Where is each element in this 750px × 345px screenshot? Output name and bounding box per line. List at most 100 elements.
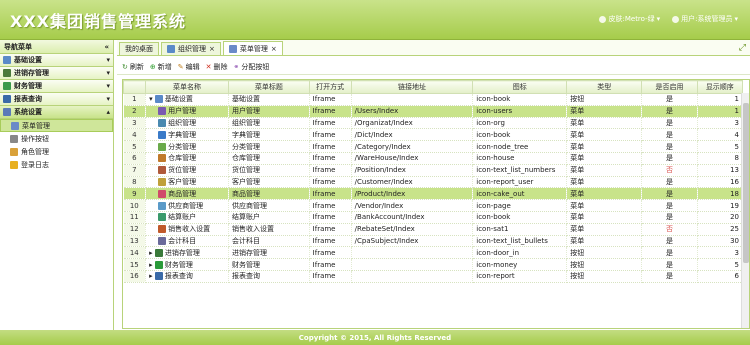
menu-tree-grid: 菜单名称 菜单标题 打开方式 链接地址 图标 类型 是否启用 显示顺序 1 ▾ 基… bbox=[122, 79, 750, 329]
table-row[interactable]: 13 会计科目 会计科目 Iframe/CpaSubject/Index icon-te… bbox=[123, 235, 744, 248]
menu-name-text: 报表查询 bbox=[164, 272, 193, 281]
column-header-name[interactable]: 菜单名称 bbox=[145, 80, 229, 94]
order-cell: 6 bbox=[697, 270, 744, 283]
table-row[interactable]: 16 ▸ 报表查询 报表查询 Iframe icon-report 按钮是 6 bbox=[123, 270, 744, 283]
menu-title-cell: 商品管理 bbox=[228, 187, 310, 201]
menu-title-cell: 字典管理 bbox=[228, 128, 310, 142]
expand-arrow-icon[interactable]: ▸ bbox=[149, 249, 155, 257]
pencil-icon: ✎ bbox=[177, 62, 184, 71]
menu-item-icon bbox=[154, 260, 163, 269]
menu-name-text: 进销存管理 bbox=[164, 248, 200, 257]
table-row[interactable]: 14 ▸ 进销存管理 进销存管理 Iframe icon-door_in 按钮是 3 bbox=[123, 246, 744, 260]
order-cell: 3 bbox=[697, 246, 744, 260]
open-mode-cell: Iframe bbox=[309, 105, 352, 118]
vertical-scrollbar[interactable] bbox=[741, 93, 749, 328]
menu-title-cell: 组织管理 bbox=[228, 117, 310, 130]
table-row[interactable]: 12 销售收入设置 销售收入设置 Iframe/RebateSet/Index icon… bbox=[123, 223, 744, 236]
plus-icon: ⊕ bbox=[149, 62, 156, 71]
tab-label: 菜单管理 bbox=[239, 44, 268, 53]
nav-item-login-log[interactable]: 登录日志 bbox=[0, 158, 113, 171]
nav-panel-title: 导航菜单 bbox=[4, 42, 32, 51]
close-icon[interactable]: × bbox=[209, 45, 215, 53]
table-row[interactable]: 15 ▸ 财务管理 财务管理 Iframe icon-money 按钮是 5 bbox=[123, 258, 744, 271]
expand-arrow-icon[interactable]: ▸ bbox=[149, 272, 155, 280]
row-number: 5 bbox=[123, 140, 147, 153]
nav-group-reports[interactable]: 报表查询 ▾ bbox=[0, 93, 113, 106]
menu-title-cell: 分类管理 bbox=[228, 140, 310, 153]
navigation-panel: 导航菜单 « 基础设置 ▾ 进销存管理 ▾ 财务管理 ▾ 报表查询 ▾ 系统设置 ▴ 菜单… bbox=[0, 40, 114, 330]
url-cell: /RebateSet/Index bbox=[351, 223, 474, 236]
table-row[interactable]: 7 货位管理 货位管理 Iframe/Position/Index icon-text_… bbox=[123, 164, 744, 177]
icon-class-cell: icon-book bbox=[472, 93, 568, 106]
sitemap-icon bbox=[11, 121, 19, 130]
column-header-icon[interactable]: 图标 bbox=[472, 80, 568, 94]
collapse-icon[interactable]: « bbox=[104, 43, 109, 51]
icon-class-cell: icon-sat1 bbox=[472, 223, 568, 236]
chevron-down-icon: ▾ bbox=[106, 95, 110, 103]
folder-icon bbox=[3, 69, 11, 77]
table-row[interactable]: 11 结算账户 结算账户 Iframe/BankAccount/Index icon-b… bbox=[123, 211, 744, 224]
refresh-button[interactable]: ↻ 刷新 bbox=[122, 62, 144, 72]
table-row[interactable]: 4 字典管理 字典管理 Iframe/Dict/Index icon-book 菜单是 4 bbox=[123, 128, 744, 142]
nav-group-finance[interactable]: 财务管理 ▾ bbox=[0, 80, 113, 93]
table-row[interactable]: 3 组织管理 组织管理 Iframe/Organizat/Index icon-org 菜… bbox=[123, 117, 744, 130]
enabled-cell: 是 bbox=[641, 176, 698, 189]
table-row[interactable]: 1 ▾ 基础设置 基础设置 Iframe icon-book 按钮是 1 bbox=[123, 93, 744, 106]
order-cell: 19 bbox=[697, 199, 744, 212]
open-mode-cell: Iframe bbox=[309, 152, 352, 165]
nav-group-system[interactable]: 系统设置 ▴ bbox=[0, 106, 113, 119]
collapse-arrow-icon[interactable]: ▾ bbox=[149, 95, 155, 103]
menu-title-cell: 财务管理 bbox=[228, 258, 310, 271]
open-mode-cell: Iframe bbox=[309, 164, 352, 177]
column-header-url[interactable]: 链接地址 bbox=[350, 80, 474, 94]
maximize-icon[interactable]: ⤢ bbox=[739, 43, 746, 53]
edit-button[interactable]: ✎ 编辑 bbox=[178, 62, 200, 72]
menu-title-cell: 结算账户 bbox=[228, 211, 310, 224]
menu-item-icon bbox=[158, 142, 167, 151]
column-header-open-mode[interactable]: 打开方式 bbox=[308, 80, 352, 94]
theme-switcher[interactable]: 皮肤:Metro-绿 ▾ bbox=[599, 14, 660, 24]
column-header-type[interactable]: 类型 bbox=[566, 80, 643, 94]
table-row[interactable]: 9 商品管理 商品管理 Iframe/Product/Index icon-cake_o… bbox=[123, 187, 744, 201]
menu-name-cell: 客户管理 bbox=[145, 176, 229, 189]
nav-group-basic[interactable]: 基础设置 ▾ bbox=[0, 54, 113, 67]
close-icon[interactable]: × bbox=[271, 45, 277, 53]
row-number: 11 bbox=[123, 211, 147, 224]
assign-buttons-button[interactable]: ⚭ 分配按钮 bbox=[234, 62, 270, 72]
nav-item-operation-buttons[interactable]: 操作按钮 bbox=[0, 132, 113, 145]
nav-group-label: 进销存管理 bbox=[14, 69, 49, 77]
nav-item-menu-management[interactable]: 菜单管理 bbox=[0, 119, 113, 132]
url-cell: /BankAccount/Index bbox=[351, 211, 474, 224]
table-row[interactable]: 5 分类管理 分类管理 Iframe/Category/Index icon-node_… bbox=[123, 140, 744, 153]
nav-item-role-management[interactable]: 角色管理 bbox=[0, 145, 113, 158]
row-number: 9 bbox=[123, 187, 147, 201]
open-mode-cell: Iframe bbox=[309, 223, 352, 236]
tab-menu-management[interactable]: 菜单管理 × bbox=[222, 41, 283, 55]
tab-desktop[interactable]: 我的桌面 bbox=[119, 42, 159, 55]
tab-organization[interactable]: 组织管理 × bbox=[161, 42, 221, 55]
type-cell: 菜单 bbox=[566, 176, 643, 189]
enabled-cell: 是 bbox=[641, 270, 698, 283]
table-row[interactable]: 6 仓库管理 仓库管理 Iframe/WareHouse/Index icon-hous… bbox=[123, 152, 744, 165]
user-menu[interactable]: 用户:系统管理员 ▾ bbox=[672, 14, 738, 24]
add-button[interactable]: ⊕ 新增 bbox=[150, 62, 172, 72]
table-row[interactable]: 8 客户管理 客户管理 Iframe/Customer/Index icon-repor… bbox=[123, 176, 744, 189]
scrollbar-thumb[interactable] bbox=[743, 103, 749, 263]
column-header-title[interactable]: 菜单标题 bbox=[227, 80, 310, 94]
type-cell: 菜单 bbox=[566, 105, 643, 118]
order-cell: 3 bbox=[697, 117, 744, 130]
nav-group-inventory[interactable]: 进销存管理 ▾ bbox=[0, 67, 113, 80]
edit-label: 编辑 bbox=[185, 62, 200, 71]
expand-arrow-icon[interactable]: ▸ bbox=[149, 261, 155, 269]
table-row[interactable]: 2 用户管理 用户管理 Iframe/Users/Index icon-users 菜单是… bbox=[123, 105, 744, 118]
type-cell: 菜单 bbox=[566, 117, 643, 130]
order-cell: 5 bbox=[697, 140, 744, 153]
column-header-enabled[interactable]: 是否启用 bbox=[641, 80, 698, 94]
icon-class-cell: icon-house bbox=[472, 152, 568, 165]
type-cell: 菜单 bbox=[566, 223, 643, 236]
table-row[interactable]: 10 供应商管理 供应商管理 Iframe/Vendor/Index icon-page… bbox=[123, 199, 744, 212]
type-cell: 按钮 bbox=[566, 246, 643, 260]
column-header-order[interactable]: 显示顺序 bbox=[696, 80, 744, 94]
type-cell: 菜单 bbox=[566, 128, 643, 142]
delete-button[interactable]: ✕ 删除 bbox=[206, 62, 228, 72]
